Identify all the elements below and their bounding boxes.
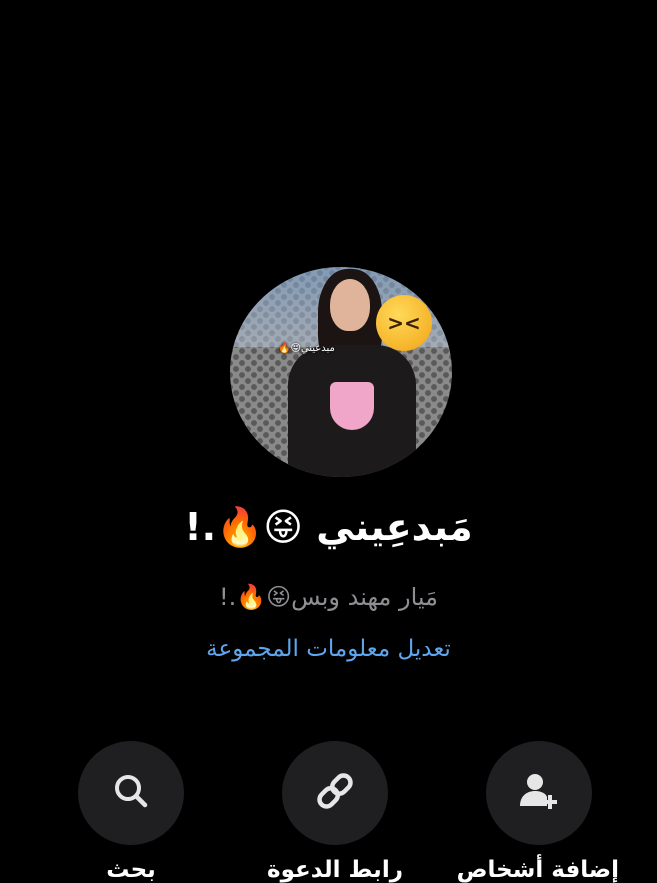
search-label: بحث [106, 857, 156, 883]
search-action[interactable]: بحث [51, 741, 211, 883]
invite-link-button[interactable] [282, 741, 388, 845]
search-button[interactable] [78, 741, 184, 845]
laughing-emoji-icon: >< [376, 295, 432, 351]
search-icon [109, 769, 153, 817]
edit-group-info-link[interactable]: تعديل معلومات المجموعة [0, 636, 657, 662]
group-title: مَبدعِيني 😝🔥.! [184, 505, 473, 549]
avatar-overlay-text: مبدعيني😝🔥 [278, 343, 335, 354]
add-person-icon [516, 768, 562, 818]
add-people-action[interactable]: إضافة أشخاص [456, 741, 619, 883]
invite-link-action[interactable]: رابط الدعوة [255, 741, 415, 883]
link-icon [312, 768, 358, 818]
add-people-button[interactable] [486, 741, 592, 845]
invite-link-label: رابط الدعوة [267, 857, 403, 883]
add-people-label: إضافة أشخاص [456, 857, 619, 883]
group-avatar[interactable]: >< مبدعيني😝🔥 [230, 267, 452, 477]
group-subtitle: مَيار مهند وبس😝🔥.! [218, 583, 439, 611]
